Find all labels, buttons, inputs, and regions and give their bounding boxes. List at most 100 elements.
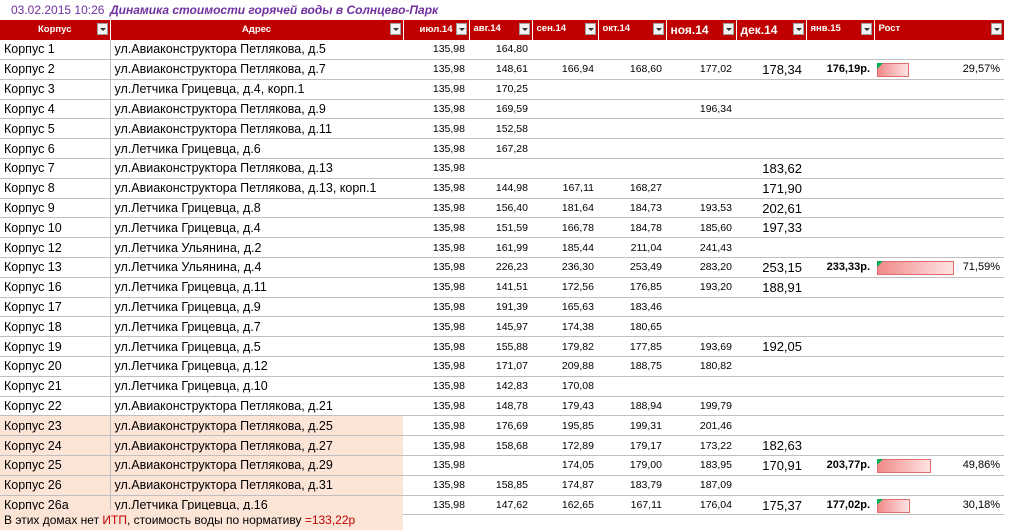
filter-dropdown-icon[interactable] — [792, 23, 804, 35]
cell-growth[interactable] — [874, 415, 1004, 437]
cell-dec[interactable]: 202,61 — [736, 198, 806, 219]
cell-dec[interactable] — [736, 118, 806, 140]
cell-dec[interactable]: 188,91 — [736, 277, 806, 298]
cell-nov[interactable]: 193,53 — [666, 198, 736, 219]
cell-nov[interactable]: 187,09 — [666, 475, 736, 496]
cell-korpus[interactable]: Корпус 2 — [0, 59, 111, 80]
cell-korpus[interactable]: Корпус 4 — [0, 99, 111, 120]
cell-nov[interactable]: 193,20 — [666, 277, 736, 298]
cell-growth[interactable]: 71,59% — [874, 257, 1004, 278]
cell-dec[interactable] — [736, 99, 806, 120]
cell-jan[interactable] — [806, 475, 874, 496]
cell-oct[interactable] — [598, 39, 666, 61]
cell-dec[interactable]: 178,34 — [736, 59, 806, 80]
cell-sep[interactable]: 179,43 — [532, 396, 598, 417]
cell-aug[interactable]: 161,99 — [469, 237, 532, 259]
cell-aug[interactable]: 164,80 — [469, 39, 532, 61]
cell-aug[interactable]: 226,23 — [469, 257, 532, 278]
cell-oct[interactable]: 179,17 — [598, 435, 666, 457]
cell-aug[interactable]: 156,40 — [469, 198, 532, 219]
cell-jul[interactable]: 135,98 — [403, 158, 469, 179]
cell-oct[interactable]: 168,27 — [598, 178, 666, 199]
cell-address[interactable]: ул.Летчика Грицевца, д.9 — [110, 297, 403, 318]
cell-nov[interactable] — [666, 158, 736, 179]
cell-sep[interactable] — [532, 138, 598, 160]
cell-growth[interactable] — [874, 356, 1004, 377]
cell-korpus[interactable]: Корпус 20 — [0, 356, 111, 377]
cell-nov[interactable]: 177,02 — [666, 59, 736, 80]
cell-address[interactable]: ул.Летчика Грицевца, д.12 — [110, 356, 403, 377]
cell-aug[interactable]: 167,28 — [469, 138, 532, 160]
cell-address[interactable]: ул.Авиаконструктора Петлякова, д.13, кор… — [110, 178, 403, 199]
cell-aug[interactable]: 144,98 — [469, 178, 532, 199]
cell-jul[interactable]: 135,98 — [403, 316, 469, 338]
cell-jul[interactable]: 135,98 — [403, 396, 469, 417]
cell-jul[interactable]: 135,98 — [403, 356, 469, 377]
cell-dec[interactable]: 170,91 — [736, 455, 806, 476]
cell-sep[interactable] — [532, 39, 598, 61]
cell-aug[interactable]: 141,51 — [469, 277, 532, 298]
cell-aug[interactable]: 148,78 — [469, 396, 532, 417]
cell-aug[interactable] — [469, 158, 532, 179]
cell-sep[interactable]: 172,56 — [532, 277, 598, 298]
cell-oct[interactable] — [598, 79, 666, 100]
cell-growth[interactable]: 49,86% — [874, 455, 1004, 476]
cell-dec[interactable] — [736, 415, 806, 437]
cell-dec[interactable] — [736, 237, 806, 259]
cell-address[interactable]: ул.Авиаконструктора Петлякова, д.31 — [110, 475, 403, 496]
cell-jan[interactable] — [806, 316, 874, 338]
cell-sep[interactable] — [532, 99, 598, 120]
cell-aug[interactable]: 151,59 — [469, 217, 532, 239]
cell-growth[interactable] — [874, 217, 1004, 239]
cell-jan[interactable] — [806, 39, 874, 61]
cell-jan[interactable] — [806, 79, 874, 100]
cell-oct[interactable]: 188,94 — [598, 396, 666, 417]
cell-oct[interactable]: 176,85 — [598, 277, 666, 298]
filter-dropdown-icon[interactable] — [389, 23, 401, 35]
cell-korpus[interactable]: Корпус 21 — [0, 376, 111, 397]
cell-oct[interactable]: 184,73 — [598, 198, 666, 219]
cell-address[interactable]: ул.Летчика Грицевца, д.6 — [110, 138, 403, 160]
cell-jul[interactable]: 135,98 — [403, 118, 469, 140]
cell-aug[interactable]: 176,69 — [469, 415, 532, 437]
cell-growth[interactable] — [874, 79, 1004, 100]
cell-oct[interactable]: 199,31 — [598, 415, 666, 437]
cell-oct[interactable]: 183,79 — [598, 475, 666, 496]
cell-nov[interactable] — [666, 178, 736, 199]
cell-growth[interactable] — [874, 297, 1004, 318]
cell-sep[interactable]: 162,65 — [532, 495, 598, 516]
cell-nov[interactable]: 201,46 — [666, 415, 736, 437]
cell-growth[interactable] — [874, 475, 1004, 496]
cell-jul[interactable]: 135,98 — [403, 435, 469, 457]
cell-nov[interactable]: 180,82 — [666, 356, 736, 377]
cell-sep[interactable] — [532, 79, 598, 100]
cell-dec[interactable] — [736, 475, 806, 496]
cell-address[interactable]: ул.Летчика Грицевца, д.10 — [110, 376, 403, 397]
cell-jul[interactable]: 135,98 — [403, 336, 469, 358]
cell-sep[interactable]: 236,30 — [532, 257, 598, 278]
cell-oct[interactable]: 179,00 — [598, 455, 666, 476]
cell-dec[interactable]: 175,37 — [736, 495, 806, 516]
cell-growth[interactable] — [874, 336, 1004, 358]
cell-aug[interactable]: 145,97 — [469, 316, 532, 338]
cell-jul[interactable]: 135,98 — [403, 376, 469, 397]
cell-sep[interactable]: 165,63 — [532, 297, 598, 318]
cell-nov[interactable] — [666, 297, 736, 318]
cell-aug[interactable]: 169,59 — [469, 99, 532, 120]
filter-dropdown-icon[interactable] — [990, 23, 1002, 35]
cell-oct[interactable]: 180,65 — [598, 316, 666, 338]
cell-dec[interactable] — [736, 356, 806, 377]
cell-sep[interactable] — [532, 158, 598, 179]
cell-sep[interactable]: 166,78 — [532, 217, 598, 239]
cell-jul[interactable]: 135,98 — [403, 178, 469, 199]
cell-jan[interactable] — [806, 118, 874, 140]
cell-oct[interactable]: 183,46 — [598, 297, 666, 318]
cell-jan[interactable] — [806, 217, 874, 239]
cell-nov[interactable]: 196,34 — [666, 99, 736, 120]
cell-korpus[interactable]: Корпус 17 — [0, 297, 111, 318]
cell-korpus[interactable]: Корпус 25 — [0, 455, 111, 476]
cell-dec[interactable] — [736, 316, 806, 338]
cell-korpus[interactable]: Корпус 3 — [0, 79, 111, 100]
cell-nov[interactable]: 173,22 — [666, 435, 736, 457]
cell-aug[interactable]: 191,39 — [469, 297, 532, 318]
